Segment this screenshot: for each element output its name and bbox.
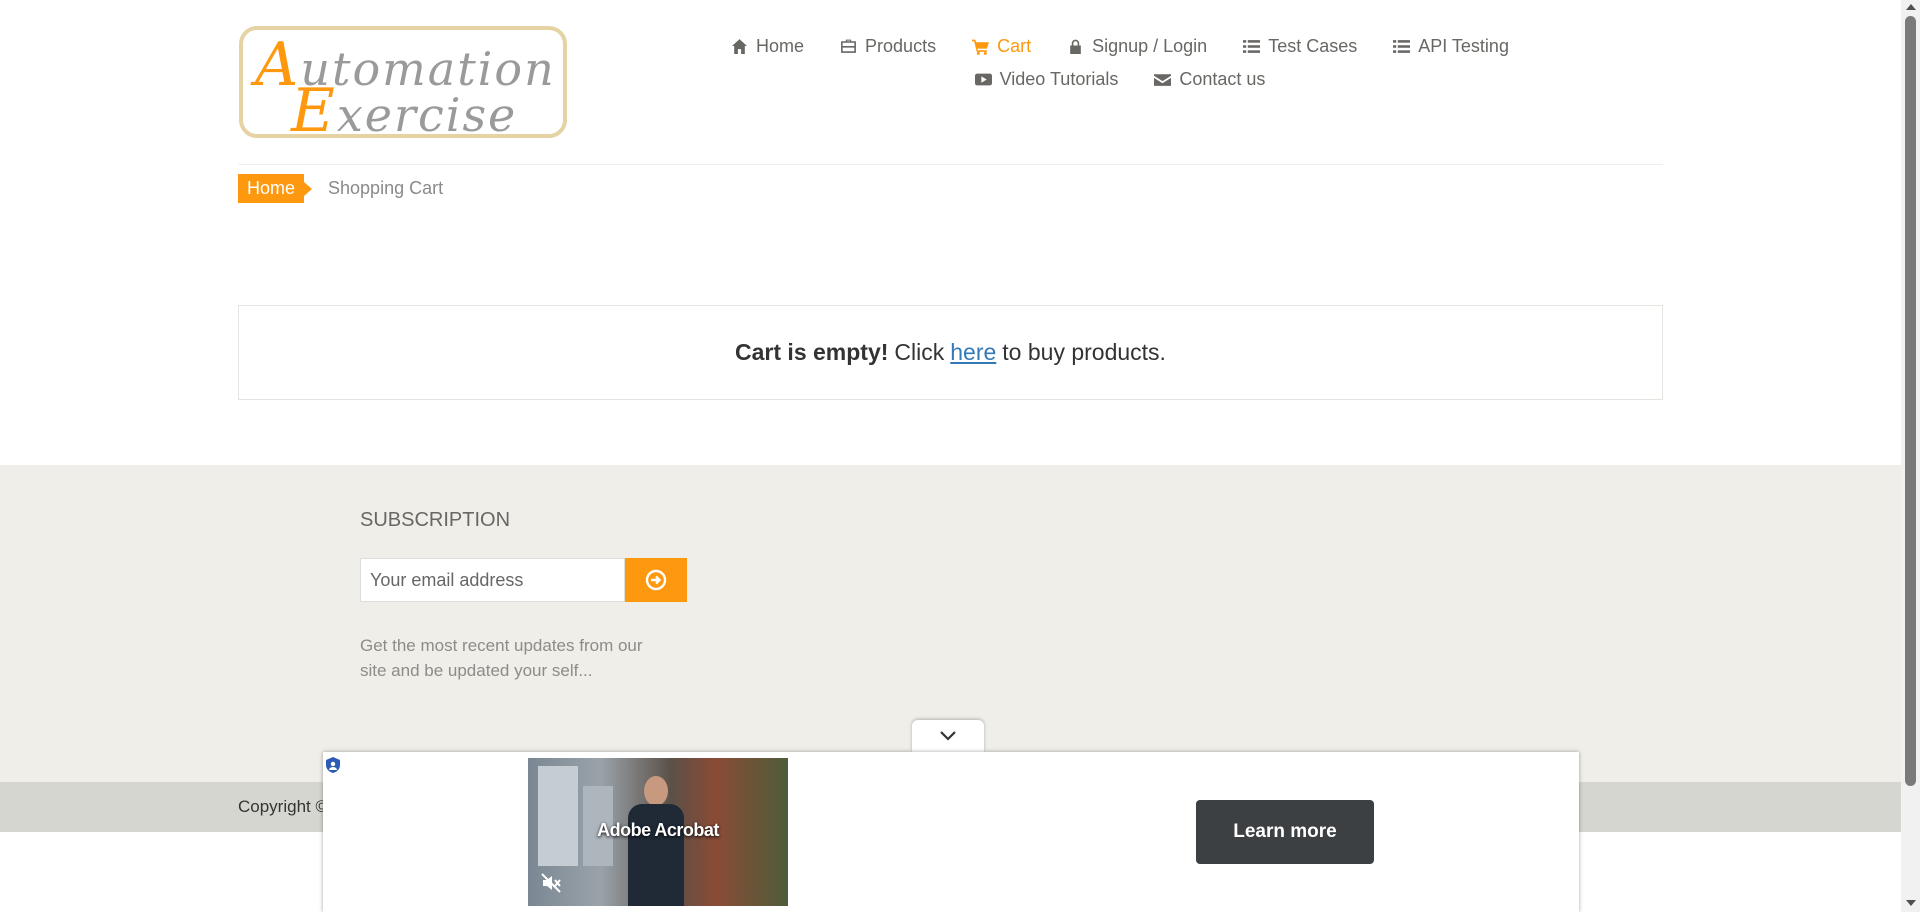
nav-cart-label: Cart	[997, 36, 1032, 56]
lock-icon	[1070, 39, 1081, 54]
nav-products[interactable]: Products	[840, 36, 936, 57]
cart-icon	[972, 39, 990, 55]
site-logo[interactable]: Automation Exercise	[239, 26, 567, 146]
nav-api-testing[interactable]: API Testing	[1393, 36, 1509, 57]
arrow-circle-right-icon	[645, 569, 667, 591]
subscribe-button[interactable]	[625, 558, 687, 602]
page-scrollbar[interactable]	[1901, 0, 1920, 912]
empty-cart-click-text: Click	[894, 339, 945, 365]
logo-text-line2: Exercise	[291, 76, 518, 146]
ad-choices-shield-icon[interactable]	[325, 756, 341, 774]
muted-speaker-icon[interactable]	[540, 872, 562, 894]
nav-contact-us-label: Contact us	[1179, 69, 1266, 89]
nav-test-cases[interactable]: Test Cases	[1243, 36, 1357, 57]
ad-video-person	[644, 776, 668, 806]
list-icon	[1393, 40, 1411, 53]
empty-cart-suffix: to buy products.	[1002, 339, 1166, 365]
nav-row-1: Home Products Cart Signup / Login Test C…	[700, 36, 1540, 57]
youtube-play-icon	[974, 73, 992, 86]
subscription-title: SUBSCRIPTION	[360, 509, 511, 531]
breadcrumb-current: Shopping Cart	[328, 178, 444, 198]
nav-contact-us[interactable]: Contact us	[1154, 69, 1265, 90]
header-divider	[238, 164, 1663, 165]
nav-home-label: Home	[756, 36, 805, 56]
ad-video[interactable]: Adobe Acrobat	[528, 758, 788, 906]
breadcrumb-home-link[interactable]: Home	[238, 174, 313, 203]
scroll-up-arrow-icon[interactable]	[1906, 4, 1916, 10]
main-nav: Home Products Cart Signup / Login Test C…	[700, 36, 1540, 102]
learn-more-button[interactable]: Learn more	[1196, 800, 1374, 864]
subscription-email-input[interactable]	[360, 558, 625, 602]
empty-cart-message: Cart is empty! Click here to buy product…	[238, 305, 1663, 400]
subscription-description: Get the most recent updates from our sit…	[360, 636, 643, 680]
briefcase-icon	[841, 39, 856, 53]
ad-video-title: Adobe Acrobat	[597, 820, 719, 840]
ad-banner: Adobe Acrobat Learn more	[323, 752, 1579, 912]
nav-products-label: Products	[865, 36, 937, 56]
breadcrumb: Home Shopping Cart	[238, 174, 443, 203]
scroll-down-arrow-icon[interactable]	[1906, 900, 1916, 906]
envelope-icon	[1154, 74, 1172, 86]
scrollbar-thumb[interactable]	[1905, 16, 1916, 786]
ad-video-building	[538, 766, 578, 866]
nav-home[interactable]: Home	[731, 36, 804, 57]
copyright-text: Copyright ©	[238, 797, 329, 816]
nav-test-cases-label: Test Cases	[1268, 36, 1358, 56]
nav-signup-login[interactable]: Signup / Login	[1067, 36, 1207, 57]
nav-video-tutorials[interactable]: Video Tutorials	[974, 69, 1119, 90]
nav-signup-login-label: Signup / Login	[1092, 36, 1208, 56]
empty-cart-heading: Cart is empty!	[735, 339, 889, 365]
nav-video-tutorials-label: Video Tutorials	[999, 69, 1119, 89]
home-icon	[732, 39, 747, 54]
ad-collapse-toggle[interactable]	[912, 720, 984, 752]
nav-cart[interactable]: Cart	[972, 36, 1031, 57]
nav-api-testing-label: API Testing	[1418, 36, 1509, 56]
list-icon	[1243, 40, 1261, 53]
nav-row-2: Video Tutorials Contact us	[700, 69, 1540, 90]
buy-products-link[interactable]: here	[950, 339, 996, 366]
chevron-down-icon	[940, 731, 956, 741]
